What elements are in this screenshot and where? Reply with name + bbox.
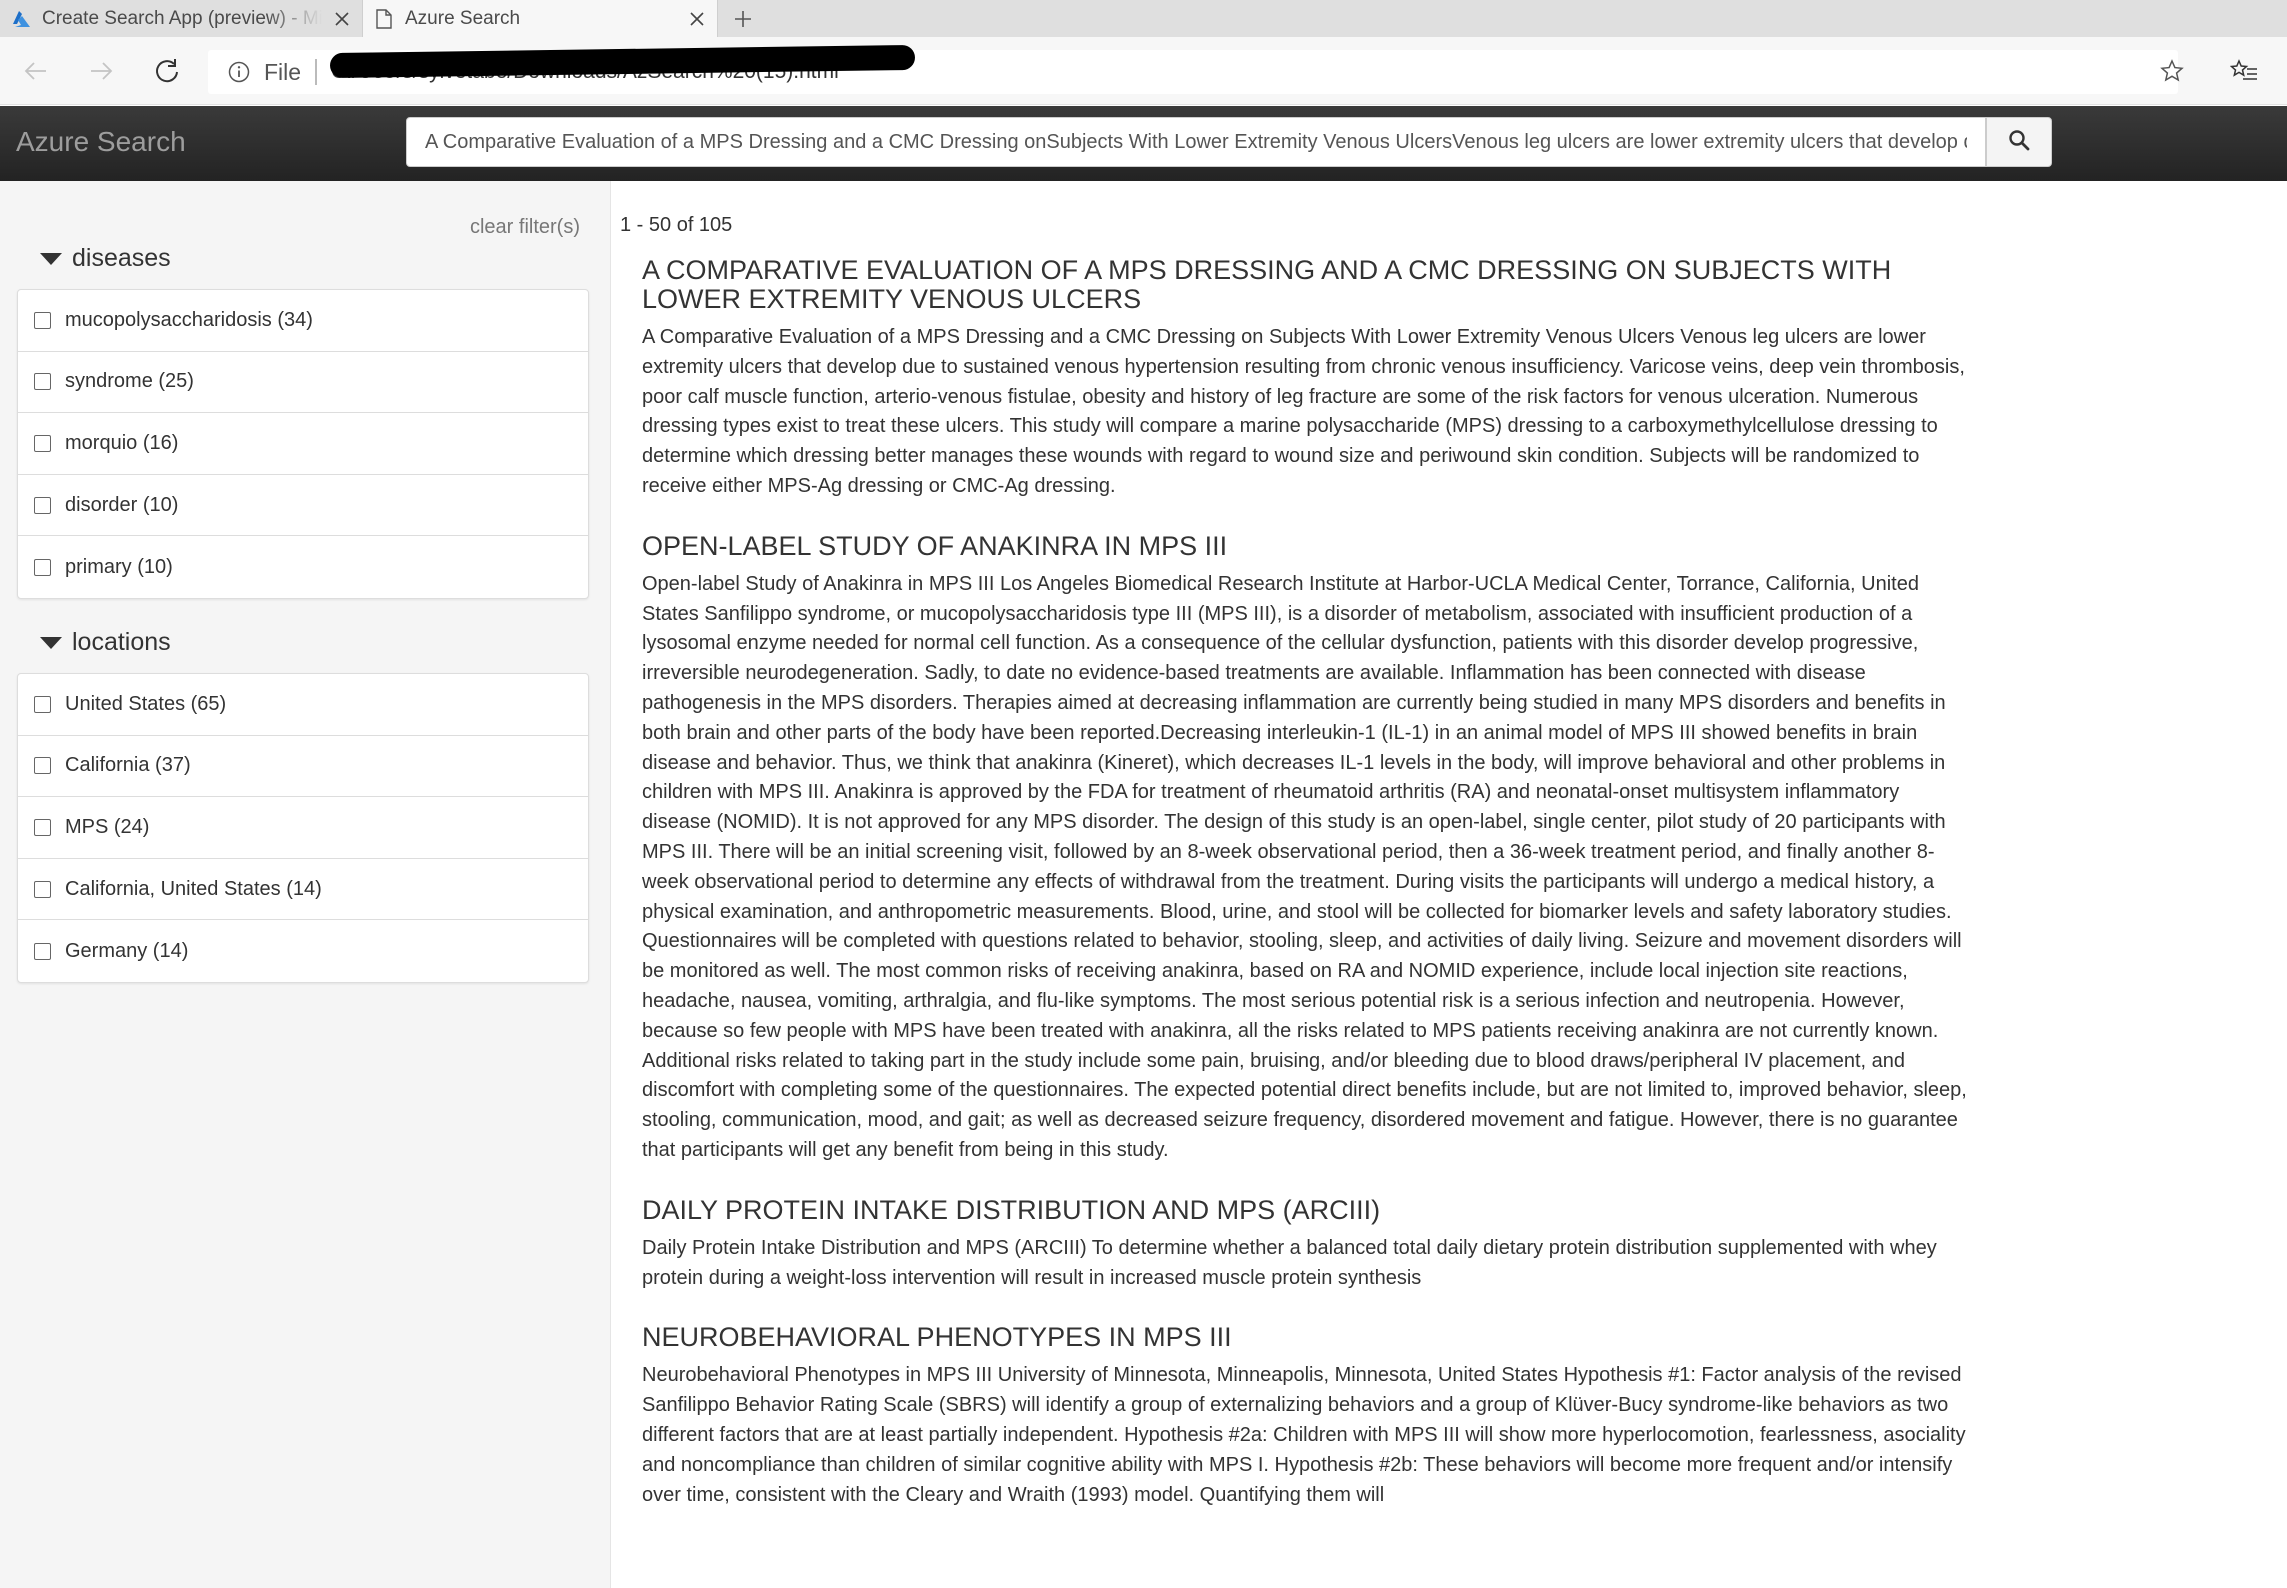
close-icon[interactable] <box>677 0 717 37</box>
close-icon[interactable] <box>322 0 362 37</box>
facet-header-locations[interactable]: locations <box>40 628 171 657</box>
app-header: Azure Search <box>0 106 2287 181</box>
refresh-icon[interactable] <box>145 49 189 93</box>
facet-item-label: Germany (14) <box>65 939 189 962</box>
facet-item-label: disorder (10) <box>65 493 179 516</box>
scheme-label: File <box>264 58 302 85</box>
results-count: 1 - 50 of 105 <box>620 214 733 236</box>
checkbox[interactable] <box>34 496 51 514</box>
search-icon <box>2008 129 2030 156</box>
facet-item[interactable]: mucopolysaccharidosis (34) <box>18 290 588 352</box>
favorites-list-icon[interactable] <box>2222 49 2266 93</box>
facet-sidebar: clear filter(s) diseases mucopolysacchar… <box>0 181 611 1588</box>
facet-item-label: California, United States (14) <box>65 877 322 900</box>
caret-down-icon <box>40 252 62 265</box>
address-separator <box>315 59 318 85</box>
facet-item-label: United States (65) <box>65 692 227 715</box>
result-title[interactable]: Neurobehavioral Phenotypes in MPS III <box>642 1323 1972 1352</box>
facet-title: locations <box>72 628 171 656</box>
facet-title: diseases <box>72 244 171 272</box>
facet-item[interactable]: disorder (10) <box>18 475 588 537</box>
result-description: Neurobehavioral Phenotypes in MPS III Un… <box>642 1364 1966 1506</box>
checkbox[interactable] <box>34 311 51 329</box>
results-pane: 1 - 50 of 105 A Comparative Evaluation o… <box>612 181 2287 1588</box>
result-description: Daily Protein Intake Distribution and MP… <box>642 1236 1937 1289</box>
facet-list-locations: United States (65) California (37) MPS (… <box>17 673 589 983</box>
result-title[interactable]: Daily Protein Intake Distribution and MP… <box>642 1195 1972 1225</box>
search-button[interactable] <box>1986 117 2052 167</box>
result-item: Open-label Study of Anakinra in MPS III … <box>642 531 1972 1166</box>
checkbox[interactable] <box>34 818 51 836</box>
caret-down-icon <box>40 636 62 649</box>
facet-item-label: mucopolysaccharidosis (34) <box>65 308 313 331</box>
facet-item[interactable]: primary (10) <box>18 536 588 598</box>
checkbox[interactable] <box>34 373 51 391</box>
result-title[interactable]: Open-label Study of Anakinra in MPS III <box>642 531 1972 561</box>
result-description: A Comparative Evaluation of a MPS Dressi… <box>642 326 1965 497</box>
favorite-star-icon[interactable] <box>2150 49 2194 93</box>
result-item: A Comparative Evaluation of a MPS Dressi… <box>642 256 1972 502</box>
facet-item[interactable]: syndrome (25) <box>18 352 588 414</box>
page-icon <box>363 0 405 37</box>
facet-item[interactable]: morquio (16) <box>18 413 588 475</box>
info-icon[interactable] <box>226 59 252 85</box>
checkbox[interactable] <box>34 942 51 960</box>
checkbox[interactable] <box>34 695 51 713</box>
checkbox[interactable] <box>34 434 51 452</box>
tab-title: Create Search App (preview) - Microsoft … <box>42 7 322 29</box>
checkbox[interactable] <box>34 757 51 775</box>
tab-azure-search[interactable]: Azure Search <box>362 0 718 37</box>
tab-title: Azure Search <box>405 7 521 29</box>
facet-list-diseases: mucopolysaccharidosis (34) syndrome (25)… <box>17 289 589 599</box>
facet-item[interactable]: Germany (14) <box>18 920 588 982</box>
checkbox[interactable] <box>34 558 51 576</box>
back-arrow-icon[interactable] <box>14 49 58 93</box>
result-item: Neurobehavioral Phenotypes in MPS III Ne… <box>642 1323 1972 1510</box>
app-brand[interactable]: Azure Search <box>16 126 186 158</box>
browser-tab-bar: Create Search App (preview) - Microsoft … <box>0 0 2287 37</box>
facet-item[interactable]: MPS (24) <box>18 797 588 859</box>
result-title[interactable]: A Comparative Evaluation of a MPS Dressi… <box>642 256 1972 314</box>
azure-logo-icon <box>0 0 42 37</box>
tab-create-search-app[interactable]: Create Search App (preview) - Microsoft … <box>0 0 362 37</box>
address-bar-row: File C:/Users/sylvetabe/Downloads/AzSear… <box>0 37 2287 105</box>
result-item: Daily Protein Intake Distribution and MP… <box>642 1195 1972 1294</box>
facet-item-label: primary (10) <box>65 555 173 578</box>
facet-item-label: MPS (24) <box>65 815 150 838</box>
facet-item-label: syndrome (25) <box>65 370 194 393</box>
clear-filters-link[interactable]: clear filter(s) <box>470 216 580 239</box>
facet-item[interactable]: California, United States (14) <box>18 859 588 921</box>
facet-item-label: morquio (16) <box>65 431 179 454</box>
result-description: Open-label Study of Anakinra in MPS III … <box>642 572 1967 1161</box>
new-tab-icon[interactable] <box>728 0 758 37</box>
facet-header-diseases[interactable]: diseases <box>40 244 171 273</box>
results-list: A Comparative Evaluation of a MPS Dressi… <box>642 256 1972 1540</box>
facet-item-label: California (37) <box>65 754 191 777</box>
facet-item[interactable]: California (37) <box>18 736 588 798</box>
search-input[interactable] <box>406 117 1986 167</box>
facet-item[interactable]: United States (65) <box>18 674 588 736</box>
forward-arrow-icon[interactable] <box>79 49 123 93</box>
checkbox[interactable] <box>34 880 51 898</box>
